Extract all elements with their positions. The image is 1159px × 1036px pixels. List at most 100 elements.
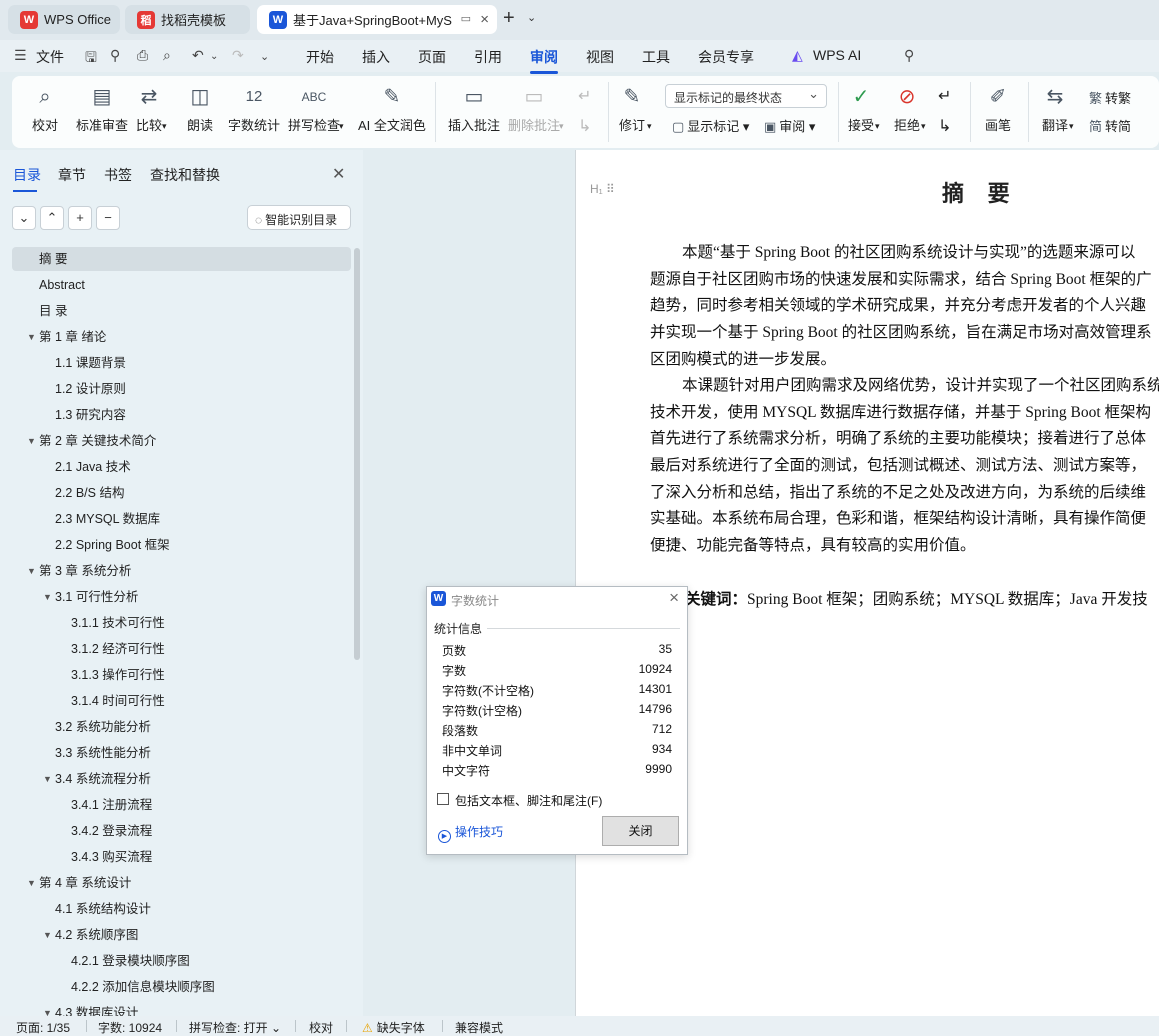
- spell-check-button[interactable]: ABC 拼写检查: [288, 82, 340, 134]
- toc-item[interactable]: 3.4.1 注册流程: [12, 793, 351, 817]
- delete-comment-button[interactable]: ▭ 删除批注: [508, 82, 560, 134]
- expand-arrow-icon[interactable]: ▼: [43, 1001, 52, 1016]
- page-indicator[interactable]: 页面: 1/35: [16, 1019, 70, 1036]
- toc-item[interactable]: 3.3 系统性能分析: [12, 741, 351, 765]
- add-heading-button[interactable]: +: [68, 206, 92, 230]
- close-icon[interactable]: ×: [480, 11, 489, 28]
- track-changes-dropdown-icon[interactable]: ▾: [647, 121, 652, 132]
- toc-item[interactable]: 3.1.2 经济可行性: [12, 637, 351, 661]
- expand-arrow-icon[interactable]: ▼: [27, 325, 36, 349]
- remove-heading-button[interactable]: −: [96, 206, 120, 230]
- toc-item[interactable]: 3.4.3 购买流程: [12, 845, 351, 869]
- expand-arrow-icon[interactable]: ▼: [43, 923, 52, 947]
- tab-toc[interactable]: 目录: [13, 165, 41, 192]
- collapse-up-button[interactable]: ⌃: [40, 206, 64, 230]
- to-simplified-button[interactable]: 简转简: [1089, 116, 1131, 135]
- toc-item[interactable]: 3.2 系统功能分析: [12, 715, 351, 739]
- translate-button[interactable]: ⇆ 翻译: [1042, 82, 1068, 134]
- tab-find-replace[interactable]: 查找和替换: [150, 165, 220, 185]
- expand-arrow-icon[interactable]: ▼: [43, 585, 52, 609]
- heading-handle-icon[interactable]: H₁ ⠿: [590, 182, 615, 196]
- toc-item[interactable]: ▼ 4.2 系统顺序图: [12, 923, 351, 947]
- toc-item[interactable]: ▼ 第 3 章 系统分析: [12, 559, 351, 583]
- translate-dropdown-icon[interactable]: ▾: [1069, 121, 1074, 132]
- smart-toc-button[interactable]: ◌ 智能识别目录: [247, 205, 351, 230]
- toc-item[interactable]: 1.3 研究内容: [12, 403, 351, 427]
- chevron-down-icon[interactable]: ⌄: [527, 11, 536, 24]
- tips-link[interactable]: ▶ 操作技巧: [438, 823, 503, 843]
- spell-check-indicator[interactable]: 拼写检查: 打开 ⌄: [189, 1019, 281, 1036]
- tab-sections[interactable]: 章节: [58, 165, 86, 185]
- toc-item[interactable]: 4.1 系统结构设计: [12, 897, 351, 921]
- print-icon[interactable]: ⎙: [137, 47, 148, 64]
- close-icon[interactable]: ✕: [332, 164, 345, 184]
- menu-file[interactable]: 文件: [36, 47, 64, 67]
- menu-review[interactable]: 审阅: [530, 47, 558, 74]
- toc-scrollbar[interactable]: [354, 248, 360, 660]
- toc-item[interactable]: 2.1 Java 技术: [12, 455, 351, 479]
- document-page[interactable]: H₁ ⠿ 摘 要 本题“基于 Spring Boot 的社区团购系统设计与实现”…: [575, 150, 1159, 1016]
- toc-item[interactable]: Abstract: [12, 273, 351, 297]
- delete-comment-dropdown-icon[interactable]: ▾: [559, 121, 564, 132]
- prev-comment-icon[interactable]: ↵: [578, 86, 591, 106]
- menu-view[interactable]: 视图: [586, 47, 614, 67]
- proof-indicator[interactable]: 校对: [309, 1019, 333, 1036]
- menu-reference[interactable]: 引用: [474, 47, 502, 67]
- toc-item[interactable]: 3.1.4 时间可行性: [12, 689, 351, 713]
- toc-item[interactable]: ▼ 3.4 系统流程分析: [12, 767, 351, 791]
- toc-item[interactable]: 1.2 设计原则: [12, 377, 351, 401]
- hamburger-icon[interactable]: ☰: [14, 47, 27, 64]
- tab-document[interactable]: W 基于Java+SpringBoot+MyS ▭ ×: [257, 5, 497, 34]
- toc-item[interactable]: 2.3 MYSQL 数据库: [12, 507, 351, 531]
- tab-docer-templates[interactable]: 稻 找稻壳模板: [125, 5, 250, 34]
- search-icon[interactable]: ⚲: [904, 47, 914, 64]
- toc-item[interactable]: 摘 要: [12, 247, 351, 271]
- tab-bookmarks[interactable]: 书签: [104, 165, 132, 185]
- toc-item[interactable]: 4.2.1 登录模块顺序图: [12, 949, 351, 973]
- close-button[interactable]: 关闭: [602, 816, 679, 846]
- show-markup-button[interactable]: ▢ 显示标记 ▾: [672, 116, 749, 135]
- pen-button[interactable]: ✐ 画笔: [985, 82, 1011, 134]
- compare-button[interactable]: ⇄ 比较: [136, 82, 162, 134]
- next-comment-icon[interactable]: ↳: [578, 116, 591, 136]
- toc-item[interactable]: ▼ 第 4 章 系统设计: [12, 871, 351, 895]
- menu-start[interactable]: 开始: [306, 47, 334, 67]
- undo-dropdown-icon[interactable]: ⌄: [210, 51, 218, 62]
- standard-review-button[interactable]: ▤ 标准审查: [76, 82, 128, 134]
- reject-dropdown-icon[interactable]: ▾: [921, 121, 926, 132]
- track-changes-button[interactable]: ✎ 修订: [619, 82, 645, 134]
- spell-check-dropdown-icon[interactable]: ▾: [339, 121, 344, 132]
- word-count-indicator[interactable]: 字数: 10924: [98, 1019, 162, 1036]
- markup-state-dropdown[interactable]: 显示标记的最终状态: [665, 84, 827, 108]
- include-textbox-label[interactable]: 包括文本框、脚注和尾注(F): [455, 792, 602, 809]
- accept-dropdown-icon[interactable]: ▾: [875, 121, 880, 132]
- toc-item[interactable]: 3.1.3 操作可行性: [12, 663, 351, 687]
- monitor-icon[interactable]: ▭: [461, 12, 471, 25]
- menu-page[interactable]: 页面: [418, 47, 446, 67]
- undo-icon[interactable]: ↶: [192, 47, 204, 64]
- proofread-button[interactable]: ⌕ 校对: [32, 82, 58, 134]
- to-traditional-button[interactable]: 繁转繁: [1089, 88, 1131, 107]
- toc-item[interactable]: 4.2.2 添加信息模块顺序图: [12, 975, 351, 999]
- review-pane-button[interactable]: ▣ 审阅 ▾: [764, 116, 815, 135]
- accept-button[interactable]: ✓ 接受: [848, 82, 874, 134]
- include-textbox-checkbox[interactable]: [437, 793, 449, 805]
- toc-item[interactable]: ▼ 4.3 数据库设计: [12, 1001, 351, 1016]
- next-change-icon[interactable]: ↳: [938, 116, 951, 136]
- read-aloud-button[interactable]: ◫ 朗读: [187, 82, 213, 134]
- close-icon[interactable]: ×: [669, 588, 679, 608]
- toc-item[interactable]: 1.1 课题背景: [12, 351, 351, 375]
- toc-item[interactable]: 3.1.1 技术可行性: [12, 611, 351, 635]
- toc-item[interactable]: ▼ 第 2 章 关键技术简介: [12, 429, 351, 453]
- expand-down-button[interactable]: ⌄: [12, 206, 36, 230]
- print-preview-icon[interactable]: ⌕: [163, 47, 171, 64]
- toc-item[interactable]: ▼ 3.1 可行性分析: [12, 585, 351, 609]
- toc-item[interactable]: 2.2 Spring Boot 框架: [12, 533, 351, 557]
- toc-item[interactable]: 目 录: [12, 299, 351, 323]
- expand-arrow-icon[interactable]: ▼: [27, 559, 36, 583]
- prev-change-icon[interactable]: ↵: [938, 86, 951, 106]
- expand-arrow-icon[interactable]: ▼: [27, 429, 36, 453]
- reject-button[interactable]: ⊘ 拒绝: [894, 82, 920, 134]
- insert-comment-button[interactable]: ▭ 插入批注: [448, 82, 500, 134]
- toc-item[interactable]: 2.2 B/S 结构: [12, 481, 351, 505]
